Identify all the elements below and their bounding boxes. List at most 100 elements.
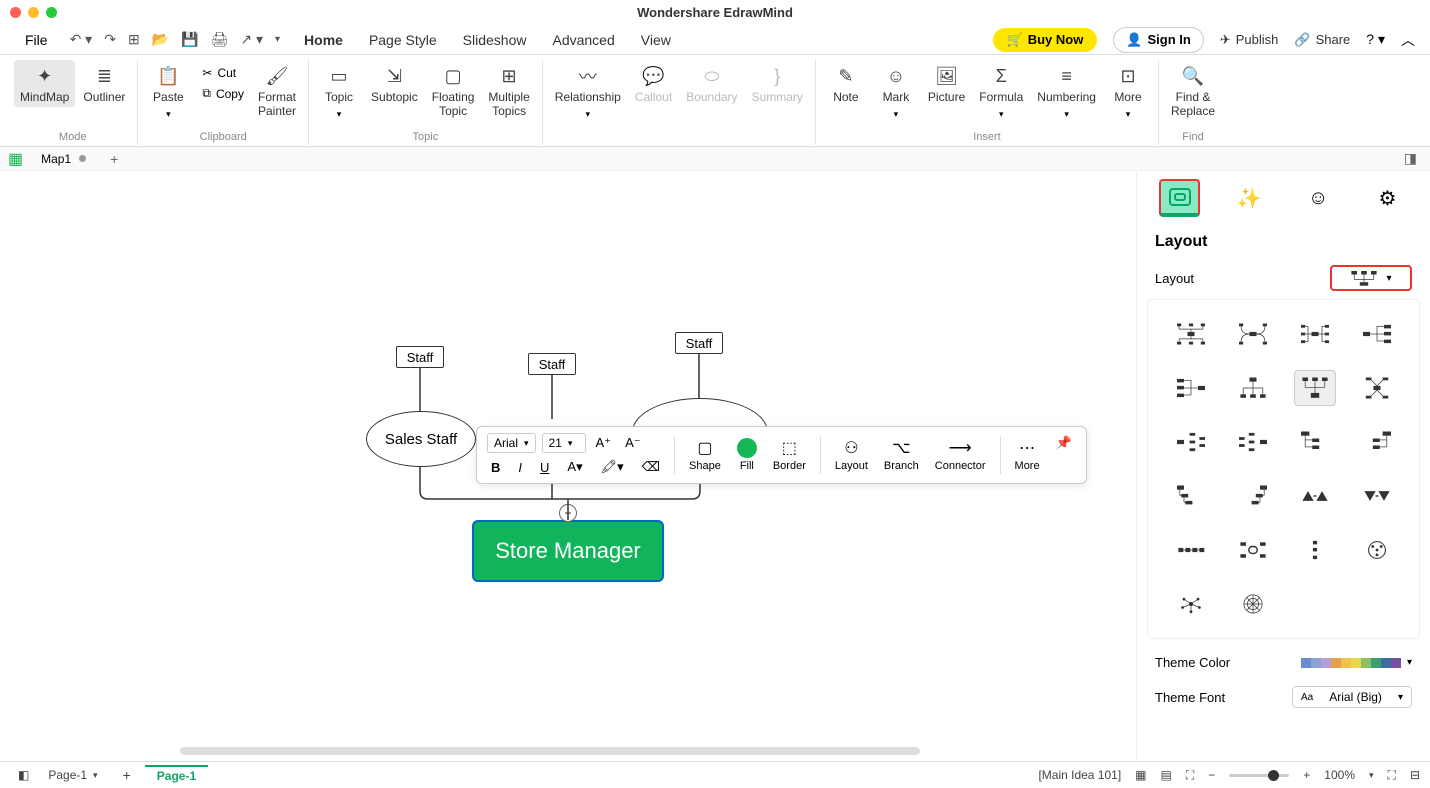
layout-option-13[interactable]: [1170, 478, 1212, 514]
mindmap-mode-button[interactable]: ✦ MindMap: [14, 60, 75, 107]
layout-option-15[interactable]: [1294, 478, 1336, 514]
page-tab-active[interactable]: Page-1: [145, 765, 208, 785]
panel-tab-layout[interactable]: [1159, 179, 1200, 217]
view-mode-2[interactable]: ▤: [1161, 768, 1172, 782]
buy-now-button[interactable]: 🛒 Buy Now: [993, 28, 1098, 52]
layout-dropdown[interactable]: ▾: [1330, 265, 1412, 291]
underline-button[interactable]: U: [536, 458, 553, 477]
boundary-button[interactable]: ⬭ Boundary: [680, 60, 743, 107]
layout-option-3[interactable]: [1294, 316, 1336, 352]
zoom-slider[interactable]: [1229, 774, 1289, 777]
formula-button[interactable]: Σ Formula ▾: [973, 60, 1029, 122]
floating-topic-button[interactable]: ▢ Floating Topic: [426, 60, 481, 121]
highlight-button[interactable]: 🖍▾: [597, 457, 628, 477]
publish-button[interactable]: ✈ Publish: [1220, 32, 1279, 48]
toggle-panel-button[interactable]: ◨: [1399, 150, 1422, 167]
tab-slideshow[interactable]: Slideshow: [461, 28, 529, 52]
relationship-button[interactable]: 〰 Relationship ▾: [549, 60, 627, 122]
zoom-out-button[interactable]: −: [1208, 768, 1215, 782]
print-button[interactable]: 🖨: [211, 31, 229, 48]
sidebar-toggle-icon[interactable]: ◧: [10, 768, 37, 782]
help-button[interactable]: ? ▾: [1366, 31, 1385, 48]
font-color-button[interactable]: A▾: [563, 457, 586, 477]
qat-customize[interactable]: ▾: [275, 34, 280, 45]
multiple-topics-button[interactable]: ⊞ Multiple Topics: [482, 60, 535, 121]
format-painter-button[interactable]: 🖌 Format Painter: [252, 60, 302, 121]
bold-button[interactable]: B: [487, 458, 504, 477]
node-staff-1[interactable]: Staff: [396, 346, 444, 368]
collapse-toggle[interactable]: −: [559, 504, 577, 522]
fullscreen-button[interactable]: ⛶: [1388, 768, 1396, 783]
picture-button[interactable]: 🖼 Picture: [922, 60, 971, 107]
open-button[interactable]: 📂: [152, 31, 169, 48]
layout-option-18[interactable]: [1232, 532, 1274, 568]
layout-option-22[interactable]: [1232, 586, 1274, 622]
layout-option-7[interactable]: [1294, 370, 1336, 406]
ft-more-button[interactable]: ⋯ More: [1011, 436, 1044, 474]
view-mode-3[interactable]: ⛶: [1186, 768, 1194, 783]
layout-option-6[interactable]: [1232, 370, 1274, 406]
sign-in-button[interactable]: 👤 Sign In: [1113, 27, 1204, 53]
layout-option-20[interactable]: [1356, 532, 1398, 568]
node-store-manager[interactable]: Store Manager: [472, 520, 664, 582]
minimize-window-button[interactable]: [28, 7, 39, 18]
branch-button[interactable]: ⌥ Branch: [880, 436, 923, 474]
layout-option-2[interactable]: [1232, 316, 1274, 352]
page-selector[interactable]: Page-1 ▾: [37, 765, 108, 785]
cut-button[interactable]: ✂ Cut: [196, 64, 250, 82]
tab-page-style[interactable]: Page Style: [367, 28, 439, 52]
subtopic-button[interactable]: ⇲ Subtopic: [365, 60, 424, 107]
shape-button[interactable]: ▢ Shape: [685, 436, 725, 474]
layout-option-9[interactable]: [1170, 424, 1212, 460]
layout-option-8[interactable]: [1356, 370, 1398, 406]
theme-color-swatches[interactable]: [1301, 658, 1401, 668]
add-tab-button[interactable]: +: [104, 151, 124, 167]
doc-tab-map1[interactable]: Map1: [33, 150, 94, 168]
layout-option-4[interactable]: [1356, 316, 1398, 352]
add-page-button[interactable]: +: [109, 767, 145, 783]
layout-option-14[interactable]: [1232, 478, 1274, 514]
tab-advanced[interactable]: Advanced: [550, 28, 616, 52]
layout-option-16[interactable]: [1356, 478, 1398, 514]
mark-button[interactable]: ☺ Mark ▾: [872, 60, 920, 122]
horizontal-scrollbar[interactable]: [180, 747, 920, 755]
canvas[interactable]: Staff Staff Staff Sales Staff Store Mana…: [0, 171, 1136, 761]
fit-button[interactable]: ⊟: [1410, 768, 1420, 782]
maximize-window-button[interactable]: [46, 7, 57, 18]
panel-tab-settings[interactable]: ⚙: [1367, 179, 1408, 217]
layout-option-21[interactable]: [1170, 586, 1212, 622]
collapse-ribbon-button[interactable]: ︿: [1401, 30, 1415, 50]
node-staff-3[interactable]: Staff: [675, 332, 723, 354]
font-size-select[interactable]: 21▾: [542, 433, 586, 453]
italic-button[interactable]: I: [514, 458, 526, 477]
callout-button[interactable]: 💬 Callout: [629, 60, 678, 107]
border-button[interactable]: ⬚ Border: [769, 436, 810, 474]
layout-option-11[interactable]: [1294, 424, 1336, 460]
find-replace-button[interactable]: 🔍 Find & Replace: [1165, 60, 1221, 121]
file-menu[interactable]: File: [15, 28, 58, 52]
font-select[interactable]: Arial▾: [487, 433, 536, 453]
layout-option-12[interactable]: [1356, 424, 1398, 460]
close-window-button[interactable]: [10, 7, 21, 18]
new-button[interactable]: ⊞: [128, 31, 140, 48]
tab-view[interactable]: View: [639, 28, 673, 52]
ft-layout-button[interactable]: ⚇ Layout: [831, 436, 872, 474]
note-button[interactable]: ✎ Note: [822, 60, 870, 107]
node-staff-2[interactable]: Staff: [528, 353, 576, 375]
numbering-button[interactable]: ≡ Numbering ▾: [1031, 60, 1102, 122]
layout-option-19[interactable]: [1294, 532, 1336, 568]
font-increase-button[interactable]: A⁺: [592, 433, 616, 453]
panel-tab-icons[interactable]: ☺: [1298, 179, 1339, 217]
redo-button[interactable]: ↷: [104, 31, 116, 48]
panel-tab-style[interactable]: ✨: [1228, 179, 1269, 217]
connector-button[interactable]: ⟶ Connector: [931, 436, 990, 474]
font-decrease-button[interactable]: A⁻: [621, 433, 645, 453]
fill-button[interactable]: Fill: [733, 436, 761, 474]
more-insert-button[interactable]: ⊡ More ▾: [1104, 60, 1152, 122]
clear-format-button[interactable]: ⌫: [638, 457, 664, 477]
summary-button[interactable]: } Summary: [746, 60, 809, 107]
share-button[interactable]: 🔗 Share: [1294, 32, 1350, 48]
topic-button[interactable]: ▭ Topic ▾: [315, 60, 363, 122]
save-button[interactable]: 💾: [181, 31, 198, 48]
layout-option-1[interactable]: [1170, 316, 1212, 352]
